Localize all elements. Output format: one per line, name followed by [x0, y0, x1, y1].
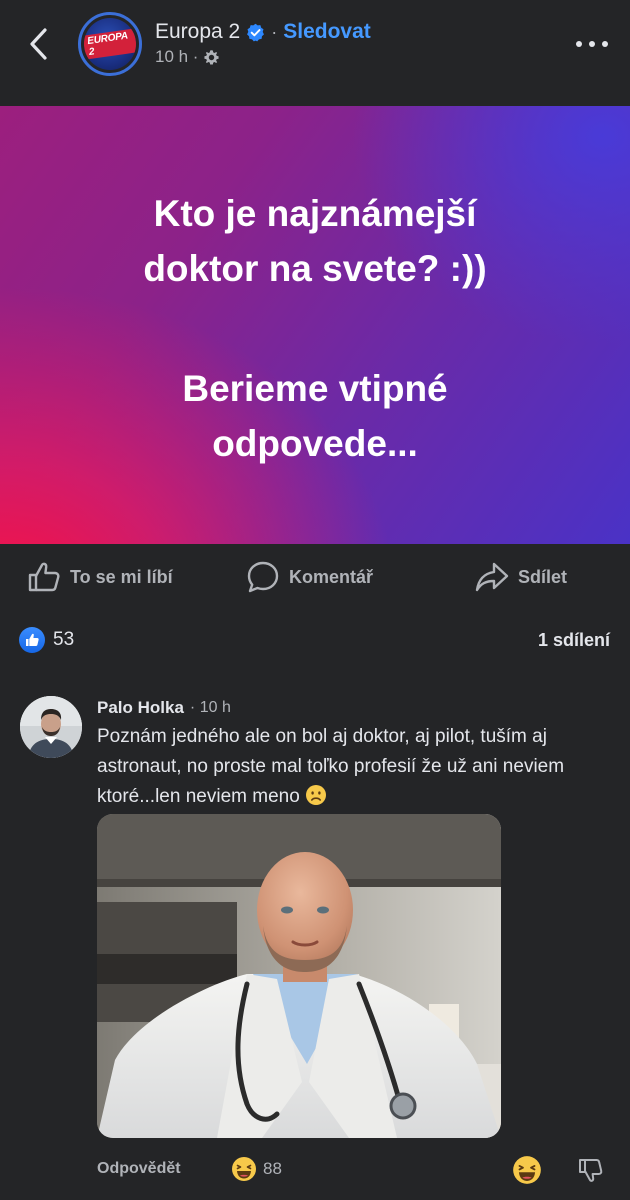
sad-face-icon — [306, 785, 327, 805]
post-banner[interactable]: Kto je najznámejší doktor na svete? :)) … — [0, 106, 630, 544]
comment-bubble-icon — [247, 561, 279, 593]
thumbs-up-icon — [26, 633, 39, 646]
page-name[interactable]: Europa 2 — [155, 20, 240, 44]
commenter-photo — [20, 696, 82, 758]
europa2-logo: EUROPA 2 — [84, 18, 136, 70]
back-button[interactable] — [22, 24, 56, 64]
banner-question-text: Kto je najznámejší doktor na svete? :)) — [143, 193, 487, 289]
comment-time: · 10 h — [189, 699, 231, 716]
comment-body: Poznám jedného ale on bol aj doktor, aj … — [97, 722, 607, 812]
comment-text: Poznám jedného ale on bol aj doktor, aj … — [97, 726, 565, 807]
reactions-summary: 53 1 sdílení — [0, 622, 630, 660]
like-reaction-icon — [19, 627, 45, 653]
more-dot-icon — [602, 41, 608, 47]
banner-subtitle-text: Berieme vtipné odpovede... — [182, 368, 448, 464]
comment-reactions[interactable]: 88 — [231, 1156, 282, 1182]
like-button[interactable]: To se mi líbí — [27, 560, 173, 594]
follow-button[interactable]: Sledovat — [283, 20, 371, 44]
thumbs-down-icon — [579, 1159, 603, 1182]
comment-button[interactable]: Komentář — [246, 560, 373, 594]
banner-subtitle: Berieme vtipné odpovede... — [0, 361, 630, 471]
page-avatar[interactable]: EUROPA 2 — [78, 12, 142, 76]
comment-attached-photo[interactable] — [97, 814, 501, 1138]
like-label: To se mi líbí — [70, 566, 173, 587]
page-name-row: Europa 2 · Sledovat — [155, 18, 371, 46]
separator-dot: · — [271, 21, 278, 42]
comment-label: Komentář — [289, 566, 374, 587]
doctor-photo — [97, 814, 501, 1138]
avatar-logo-text: EUROPA 2 — [84, 28, 136, 60]
react-haha-button[interactable] — [512, 1155, 542, 1190]
like-count-button[interactable]: 53 — [19, 627, 74, 653]
dislike-button[interactable] — [577, 1157, 603, 1188]
commenter-avatar[interactable] — [20, 696, 82, 758]
like-count: 53 — [53, 629, 75, 650]
share-button[interactable]: Sdílet — [475, 560, 567, 594]
laughing-emoji-icon — [232, 1157, 256, 1181]
verified-badge-icon — [247, 23, 265, 41]
more-dot-icon — [576, 41, 582, 47]
comment-author[interactable]: Palo Holka — [97, 698, 184, 718]
reply-button[interactable]: Odpovědět — [97, 1160, 181, 1178]
comment-reaction-count: 88 — [263, 1159, 282, 1178]
post-meta: 10 h · — [155, 46, 220, 68]
thumbs-up-icon — [28, 562, 60, 592]
banner-question: Kto je najznámejší doktor na svete? :)) — [0, 186, 630, 296]
post-action-bar: To se mi líbí Komentář Sdílet — [0, 544, 630, 610]
gear-icon — [204, 49, 220, 64]
post-time: 10 h · — [155, 47, 199, 66]
share-label: Sdílet — [518, 566, 568, 587]
comment-footer: Odpovědět 88 — [97, 1154, 627, 1188]
more-dot-icon — [589, 41, 595, 47]
more-options-button[interactable] — [572, 30, 612, 58]
laughing-emoji-icon — [513, 1156, 541, 1184]
comment-header: Palo Holka · 10 h — [97, 696, 231, 720]
post-header: EUROPA 2 Europa 2 · Sledovat 10 h · — [0, 0, 630, 106]
share-arrow-icon — [475, 562, 509, 592]
chevron-left-icon — [30, 28, 47, 60]
share-count[interactable]: 1 sdílení — [538, 630, 610, 651]
